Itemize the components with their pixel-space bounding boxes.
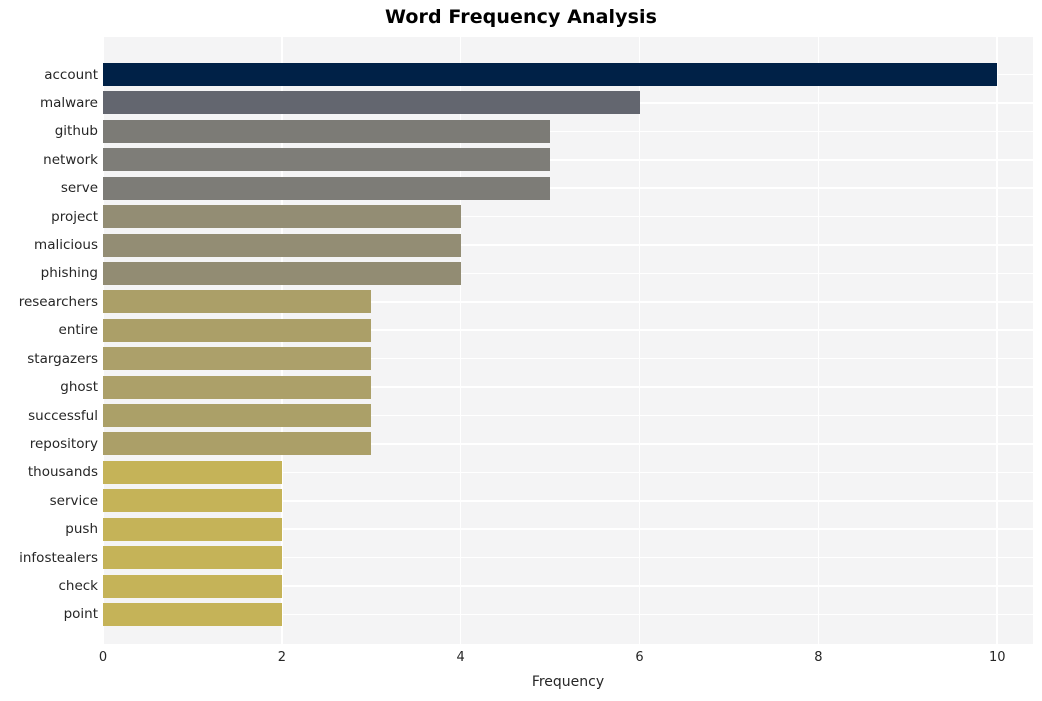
x-tick-label-10: 10 [988, 650, 1006, 665]
x-tick-label-0: 0 [98, 650, 108, 665]
gridline-vertical [638, 37, 641, 644]
x-axis-title: Frequency [531, 674, 605, 690]
bar-point [103, 602, 282, 626]
x-tick-label-2: 2 [277, 650, 286, 665]
bar-malware [103, 91, 640, 115]
y-tick-label-phishing: phishing [40, 265, 98, 282]
x-tick-label-4: 4 [456, 650, 465, 665]
y-tick-label-thousands: thousands [27, 464, 98, 481]
x-tick-label-6: 6 [635, 650, 644, 665]
bar-successful [103, 404, 372, 428]
y-tick-label-push: push [65, 521, 98, 538]
bar-malicious [103, 233, 461, 257]
bar-thousands [103, 460, 282, 484]
y-tick-label-entire: entire [58, 322, 98, 339]
y-tick-label-point: point [63, 606, 98, 623]
bar-researchers [103, 290, 372, 314]
bar-ghost [103, 375, 372, 399]
bar-account [103, 63, 998, 86]
y-tick-label-project: project [51, 208, 98, 225]
bar-serve [103, 176, 551, 200]
bar-network [103, 148, 551, 172]
y-tick-label-github: github [54, 123, 98, 140]
bar-push [103, 517, 282, 541]
y-axis-tick-labels: account malware github network serve project m… [0, 37, 98, 644]
y-tick-label-malicious: malicious [34, 237, 98, 254]
bar-check [103, 574, 282, 598]
chart-title: Word Frequency Analysis [384, 6, 658, 28]
y-tick-label-serve: serve [60, 180, 98, 197]
gridline-vertical [996, 37, 999, 644]
bar-github [103, 119, 551, 143]
y-tick-label-successful: successful [28, 407, 98, 424]
bar-infostealers [103, 546, 282, 570]
y-tick-label-researchers: researchers [18, 293, 98, 310]
bar-repository [103, 432, 372, 456]
plot-area [103, 37, 1033, 644]
bar-entire [103, 318, 372, 342]
y-tick-label-check: check [58, 578, 98, 595]
y-tick-label-repository: repository [29, 435, 98, 452]
bar-service [103, 489, 282, 513]
y-tick-label-stargazers: stargazers [27, 350, 98, 367]
x-axis-tick-labels: 0 2 4 6 8 10 [99, 650, 1033, 670]
bar-stargazers [103, 347, 372, 371]
y-tick-label-account: account [44, 66, 98, 83]
gridline-vertical [817, 37, 820, 644]
y-tick-label-ghost: ghost [60, 379, 98, 396]
x-tick-label-8: 8 [814, 650, 823, 665]
y-tick-label-malware: malware [39, 94, 98, 111]
bar-phishing [103, 261, 461, 285]
bar-project [103, 205, 461, 229]
word-frequency-chart: Word Frequency Analysis account malware gi… [0, 0, 1042, 701]
y-tick-label-network: network [43, 151, 98, 168]
y-tick-label-service: service [49, 492, 98, 509]
y-tick-label-infostealers: infostealers [19, 549, 98, 566]
